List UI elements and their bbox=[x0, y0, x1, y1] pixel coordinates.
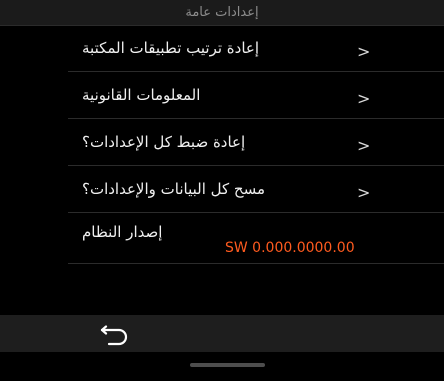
chevron-right-icon: > bbox=[357, 183, 371, 202]
settings-item-label: إعادة ترتيب تطبيقات المكتبة bbox=[82, 39, 260, 57]
home-indicator[interactable] bbox=[190, 363, 265, 367]
bottom-navigation-bar bbox=[0, 315, 444, 352]
system-version-label: إصدار النظام bbox=[82, 223, 163, 241]
system-version-value: SW 0.000.0000.00 bbox=[225, 240, 355, 256]
settings-item-reset-all-settings[interactable]: إعادة ضبط كل الإعدادات؟ > bbox=[68, 119, 444, 166]
back-arrow-icon bbox=[100, 325, 128, 346]
settings-item-erase-all-data[interactable]: مسح كل البيانات والإعدادات؟ > bbox=[68, 166, 444, 213]
header-bar: إعدادات عامة bbox=[0, 0, 444, 26]
back-button[interactable] bbox=[99, 325, 131, 347]
chevron-right-icon: > bbox=[357, 136, 371, 155]
settings-list: إعادة ترتيب تطبيقات المكتبة > المعلومات … bbox=[68, 25, 444, 264]
system-version-row: إصدار النظام SW 0.000.0000.00 bbox=[68, 213, 444, 264]
chevron-right-icon: > bbox=[357, 42, 371, 61]
settings-item-label: مسح كل البيانات والإعدادات؟ bbox=[82, 180, 266, 198]
settings-item-label: إعادة ضبط كل الإعدادات؟ bbox=[82, 133, 246, 151]
settings-item-reorder-library-apps[interactable]: إعادة ترتيب تطبيقات المكتبة > bbox=[68, 25, 444, 72]
page-title: إعدادات عامة bbox=[185, 5, 259, 20]
chevron-right-icon: > bbox=[357, 89, 371, 108]
settings-item-label: المعلومات القانونية bbox=[82, 86, 201, 104]
home-bar bbox=[0, 352, 444, 381]
settings-item-legal-information[interactable]: المعلومات القانونية > bbox=[68, 72, 444, 119]
general-settings-screen: إعدادات عامة إعادة ترتيب تطبيقات المكتبة… bbox=[0, 0, 444, 381]
